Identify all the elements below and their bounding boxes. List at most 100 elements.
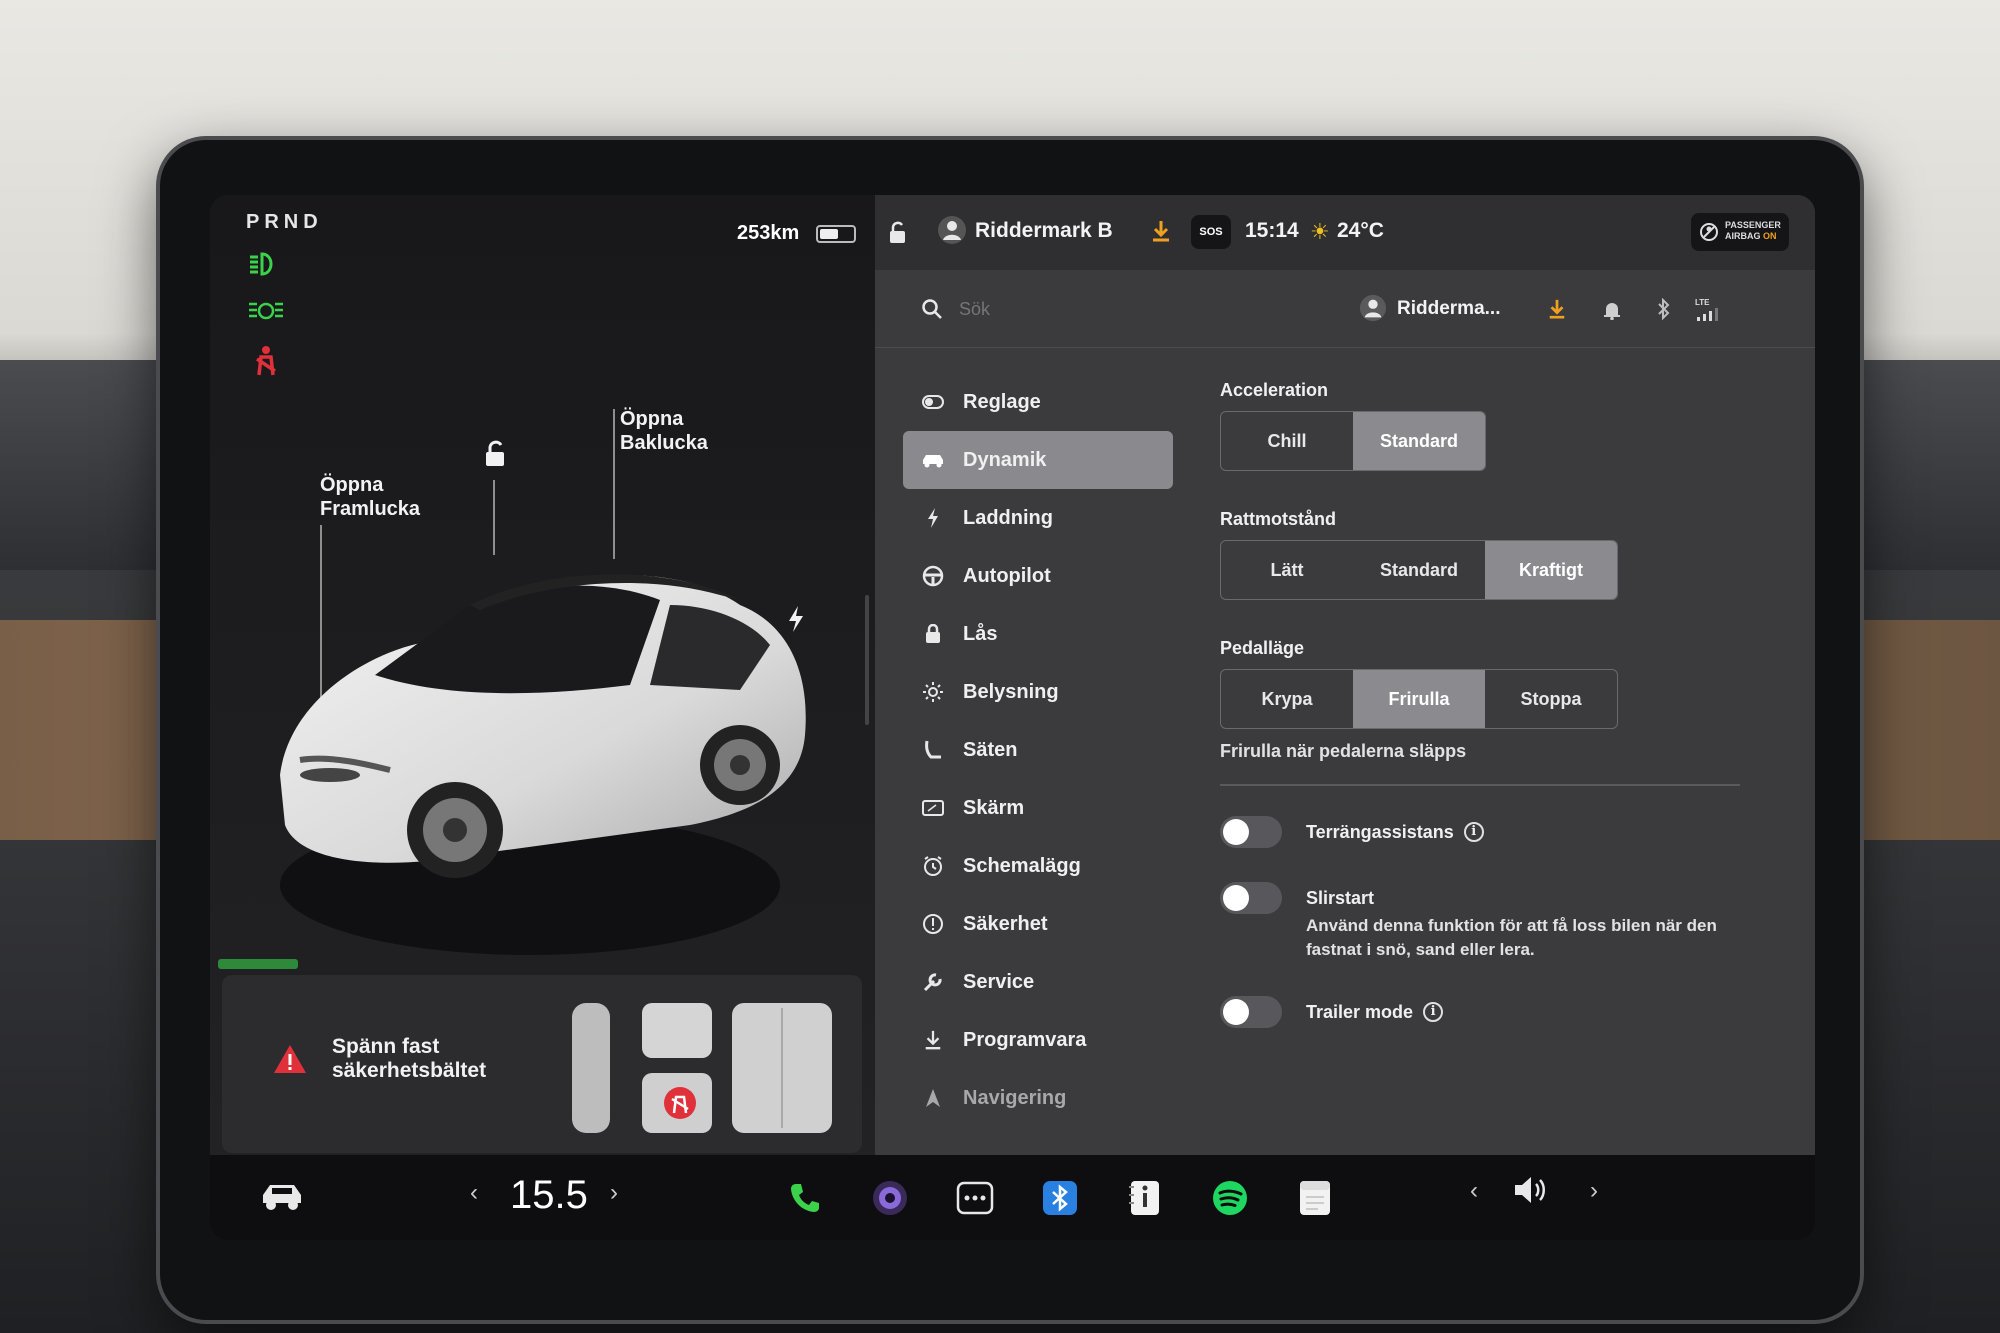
acceleration-option-chill[interactable]: Chill — [1221, 412, 1353, 470]
trailer-mode-toggle[interactable] — [1220, 996, 1282, 1028]
notes-icon[interactable] — [1115, 1155, 1175, 1240]
dynamics-settings-panel: Acceleration Chill Standard Rattmotstånd… — [1220, 380, 1780, 1062]
menu-label: Säkerhet — [963, 912, 1048, 935]
download-small-icon[interactable] — [1547, 298, 1567, 325]
profile-name-short[interactable]: Ridderma... — [1397, 298, 1500, 320]
airbag-state: ON — [1763, 231, 1777, 241]
passenger-airbag-indicator: PASSENGER AIRBAG ON — [1691, 213, 1789, 251]
menu-item-belysning[interactable]: Belysning — [903, 663, 1173, 721]
slip-start-row: Slirstart Använd denna funktion för att … — [1220, 882, 1780, 962]
slip-start-toggle[interactable] — [1220, 882, 1282, 914]
search-icon[interactable] — [921, 298, 943, 325]
camera-icon[interactable] — [860, 1155, 920, 1240]
car-controls-icon[interactable] — [260, 1179, 304, 1218]
bolt-icon — [921, 506, 945, 530]
lte-signal-icon: LTE — [1695, 298, 1719, 326]
spotify-icon[interactable] — [1200, 1155, 1260, 1240]
steering-option-latt[interactable]: Lätt — [1221, 541, 1353, 599]
steering-segmented-control: Lätt Standard Kraftigt — [1220, 540, 1618, 600]
calendar-icon[interactable] — [1285, 1155, 1345, 1240]
more-icon[interactable] — [945, 1155, 1005, 1240]
volume-icon[interactable] — [1512, 1173, 1552, 1212]
bell-icon[interactable] — [1603, 300, 1621, 325]
seatbelt-warning-icon — [246, 345, 286, 376]
unlock-icon[interactable] — [480, 439, 510, 474]
temp-decrease-button[interactable]: ‹ — [470, 1179, 478, 1207]
navigation-icon — [921, 1086, 945, 1110]
fog-light-icon — [246, 299, 286, 329]
pedal-mode-hint: Frirulla när pedalerna släpps — [1220, 741, 1467, 761]
menu-label: Navigering — [963, 1086, 1067, 1109]
unlocked-status-icon[interactable] — [887, 221, 909, 250]
menu-item-navigering[interactable]: Navigering — [903, 1069, 1173, 1127]
menu-label: Autopilot — [963, 564, 1051, 587]
open-frunk-button[interactable]: Öppna Framlucka — [320, 473, 420, 521]
lte-label: LTE — [1695, 298, 1710, 307]
seatbelt-alert-card[interactable]: Spänn fast säkerhetsbältet — [218, 959, 862, 1153]
menu-label: Dynamik — [963, 448, 1047, 471]
wrench-icon — [921, 970, 945, 994]
profile-avatar-small-icon[interactable] — [1359, 294, 1387, 327]
display-icon — [921, 796, 945, 820]
cabin-temp-setting[interactable]: 15.5 — [510, 1173, 588, 1218]
temp-increase-button[interactable]: › — [610, 1179, 618, 1207]
phone-icon[interactable] — [775, 1155, 835, 1240]
range-readout: 253km — [737, 222, 800, 244]
clock-time: 15:14 — [1245, 219, 1299, 242]
terrain-assist-row: Terrängassistans i — [1220, 816, 1780, 848]
download-icon — [921, 1028, 945, 1052]
menu-item-reglage[interactable]: Reglage — [903, 373, 1173, 431]
profile-avatar-icon[interactable] — [937, 215, 967, 250]
menu-item-las[interactable]: Lås — [903, 605, 1173, 663]
settings-pane: Riddermark B SOS 15:14 ☀ 24°C PASSENGER … — [875, 195, 1815, 1155]
steering-option-kraftigt[interactable]: Kraftigt — [1485, 541, 1617, 599]
volume-up-button[interactable]: › — [1590, 1177, 1598, 1205]
car-icon — [921, 448, 945, 472]
headlight-icon — [246, 251, 286, 281]
download-icon[interactable] — [1150, 219, 1172, 248]
acceleration-option-standard[interactable]: Standard — [1353, 412, 1485, 470]
battery-icon — [816, 225, 856, 243]
menu-label: Laddning — [963, 506, 1053, 529]
search-input[interactable] — [959, 292, 1259, 326]
car-model-image[interactable] — [270, 525, 830, 995]
alert-message: Spänn fast säkerhetsbältet — [332, 1035, 532, 1083]
alert-tab — [218, 959, 298, 969]
warning-triangle-icon — [272, 1043, 308, 1080]
info-icon[interactable]: i — [1423, 1002, 1444, 1022]
menu-item-skarm[interactable]: Skärm — [903, 779, 1173, 837]
info-icon[interactable]: i — [1463, 822, 1484, 842]
menu-label: Säten — [963, 738, 1018, 761]
menu-item-laddning[interactable]: Laddning — [903, 489, 1173, 547]
weather-sun-icon: ☀ — [1310, 219, 1330, 244]
menu-item-saten[interactable]: Säten — [903, 721, 1173, 779]
pedal-option-krypa[interactable]: Krypa — [1221, 670, 1353, 728]
terrain-assist-toggle[interactable] — [1220, 816, 1282, 848]
menu-item-sakerhet[interactable]: Säkerhet — [903, 895, 1173, 953]
menu-item-programvara[interactable]: Programvara — [903, 1011, 1173, 1069]
sos-button[interactable]: SOS — [1191, 215, 1231, 249]
bluetooth-icon[interactable] — [1030, 1155, 1090, 1240]
bluetooth-status-icon[interactable] — [1657, 297, 1671, 325]
profile-name[interactable]: Riddermark B — [975, 219, 1113, 243]
menu-label: Programvara — [963, 1028, 1087, 1051]
section-divider — [1220, 784, 1740, 786]
sun-icon — [921, 680, 945, 704]
steering-title: Rattmotstånd — [1220, 509, 1336, 529]
volume-down-button[interactable]: ‹ — [1470, 1177, 1478, 1205]
menu-item-service[interactable]: Service — [903, 953, 1173, 1011]
alert-line1: Spänn fast — [332, 1035, 440, 1058]
menu-item-dynamik[interactable]: Dynamik — [903, 431, 1173, 489]
menu-label: Service — [963, 970, 1035, 993]
open-trunk-button[interactable]: Öppna Baklucka — [620, 407, 708, 455]
pedal-option-stoppa[interactable]: Stoppa — [1485, 670, 1617, 728]
status-bar: Riddermark B SOS 15:14 ☀ 24°C PASSENGER … — [875, 195, 1815, 270]
bottom-bar: ‹ 15.5 › ‹ › — [210, 1155, 1815, 1240]
steering-option-standard[interactable]: Standard — [1353, 541, 1485, 599]
menu-item-schemalagg[interactable]: Schemalägg — [903, 837, 1173, 895]
menu-label: Skärm — [963, 796, 1025, 819]
trailer-mode-label: Trailer mode — [1306, 1002, 1414, 1022]
menu-item-autopilot[interactable]: Autopilot — [903, 547, 1173, 605]
pane-resize-handle[interactable] — [865, 595, 869, 725]
pedal-option-frirulla[interactable]: Frirulla — [1353, 670, 1485, 728]
